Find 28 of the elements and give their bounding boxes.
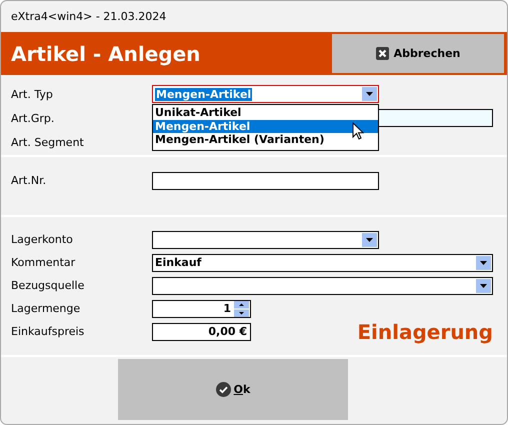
mouse-pointer-icon <box>352 122 364 140</box>
page-title: Artikel - Anlegen <box>10 40 202 68</box>
dropdown-field[interactable] <box>152 230 379 248</box>
ok-button[interactable]: Ok <box>118 359 348 420</box>
field-label: Art.Nr. <box>11 174 48 187</box>
field-label: Art. Segment <box>11 136 85 148</box>
input-field[interactable] <box>152 172 379 190</box>
number-field[interactable]: 1 <box>152 300 251 318</box>
stamp-label: Einlagerung <box>357 320 493 344</box>
dropdown-option[interactable]: Mengen-Artikel <box>153 120 378 133</box>
field-label: Kommentar <box>11 256 76 269</box>
field-label: Art. Typ <box>11 88 54 100</box>
checkmark-icon <box>216 382 231 397</box>
field-label: Einkaufspreis <box>11 325 86 338</box>
dropdown-field[interactable]: Mengen-Artikel <box>152 85 379 103</box>
dropdown-field[interactable] <box>152 276 493 294</box>
field-label: Bezugsquelle <box>11 279 86 292</box>
cancel-button[interactable]: Abbrechen <box>332 34 504 73</box>
field-label: Art.Grp. <box>11 112 56 124</box>
window-title: eXtra4<win4> - 21.03.2024 <box>11 10 166 23</box>
dropdown-field[interactable]: Einkauf <box>152 254 493 272</box>
input-field[interactable]: 0,00 € <box>152 322 251 340</box>
dropdown-option[interactable]: Mengen-Artikel (Varianten) <box>153 133 378 146</box>
field-label: Lagerkonto <box>11 233 74 246</box>
close-icon <box>376 47 389 60</box>
spinner-arrows-icon[interactable] <box>234 300 249 316</box>
dropdown-option[interactable]: Unikat-Artikel <box>153 106 378 120</box>
field-label: Lagermenge <box>11 302 82 315</box>
